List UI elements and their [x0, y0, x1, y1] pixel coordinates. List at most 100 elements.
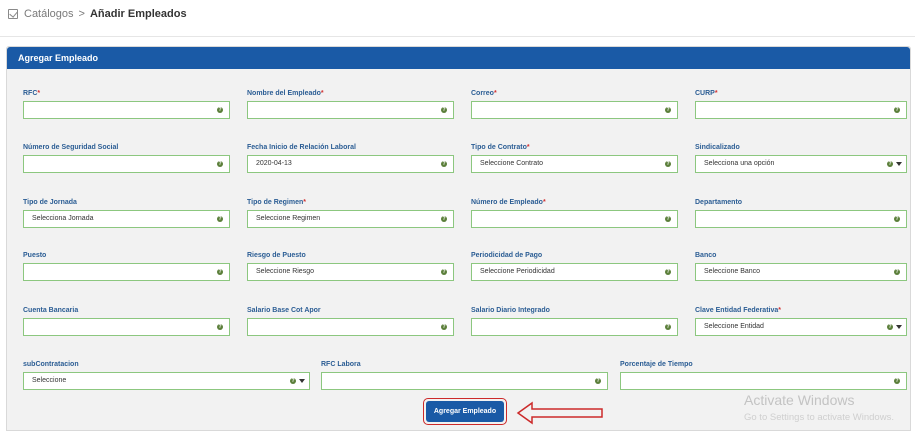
rfc-field: RFC* ?: [23, 89, 230, 119]
puesto-input[interactable]: ?: [23, 263, 230, 281]
correo-input[interactable]: ?: [471, 101, 678, 119]
tipo-contrato-select[interactable]: Seleccione Contrato?: [471, 155, 678, 173]
clave-entidad-field: Clave Entidad Federativa* Seleccione Ent…: [695, 306, 907, 336]
cuenta-bancaria-input[interactable]: ?: [23, 318, 230, 336]
tipo-regimen-select[interactable]: Seleccione Regimen?: [247, 210, 454, 228]
required-marker: *: [526, 144, 530, 151]
porcentaje-tiempo-input[interactable]: ?: [620, 372, 907, 390]
periodicidad-label: Periodicidad de Pago: [471, 252, 543, 259]
help-icon: ?: [217, 216, 223, 222]
sindicalizado-label: Sindicalizado: [695, 144, 740, 151]
curp-input[interactable]: ?: [695, 101, 907, 119]
help-icon: ?: [665, 107, 671, 113]
tipo-contrato-label: Tipo de Contrato: [471, 144, 527, 151]
help-icon: ?: [441, 107, 447, 113]
departamento-label: Departamento: [695, 199, 743, 206]
rfc-input[interactable]: ?: [23, 101, 230, 119]
help-icon: ?: [665, 324, 671, 330]
help-icon: ?: [217, 107, 223, 113]
required-marker: *: [714, 90, 718, 97]
windows-activation-watermark: Activate Windows Go to Settings to activ…: [744, 392, 894, 427]
curp-field: CURP* ?: [695, 89, 907, 119]
watermark-title: Activate Windows: [744, 392, 855, 408]
porcentaje-tiempo-label: Porcentaje de Tiempo: [620, 361, 693, 368]
help-icon: ?: [441, 161, 447, 167]
num-empleado-input[interactable]: ?: [471, 210, 678, 228]
help-icon: ?: [894, 107, 900, 113]
breadcrumb-current: Añadir Empleados: [89, 8, 187, 20]
nss-label: Número de Seguridad Social: [23, 144, 119, 151]
submit-highlight: Agregar Empleado: [423, 398, 507, 425]
required-marker: *: [542, 199, 546, 206]
help-icon: ?: [887, 161, 893, 167]
add-employee-button[interactable]: Agregar Empleado: [426, 401, 504, 422]
banco-select[interactable]: Seleccione Banco?: [695, 263, 907, 281]
help-icon: ?: [894, 269, 900, 275]
subcontratacion-label: subContratacion: [23, 361, 79, 368]
tipo-contrato-field: Tipo de Contrato* Seleccione Contrato?: [471, 143, 678, 173]
help-icon: ?: [665, 161, 671, 167]
correo-label: Correo: [471, 90, 494, 97]
required-marker: *: [320, 90, 324, 97]
salario-base-field: Salario Base Cot Apor ?: [247, 306, 454, 336]
departamento-field: Departamento ?: [695, 198, 907, 228]
salario-base-input[interactable]: ?: [247, 318, 454, 336]
rfc-label: RFC: [23, 90, 38, 97]
subcontratacion-field: subContratacion Seleccione?: [23, 360, 310, 390]
departamento-input[interactable]: ?: [695, 210, 907, 228]
required-marker: *: [37, 90, 41, 97]
nombre-input[interactable]: ?: [247, 101, 454, 119]
required-marker: *: [303, 199, 307, 206]
help-icon: ?: [441, 269, 447, 275]
help-icon: ?: [441, 324, 447, 330]
curp-label: CURP: [695, 90, 715, 97]
breadcrumb-separator: >: [78, 8, 85, 20]
chevron-down-icon: [896, 325, 902, 329]
salario-base-label: Salario Base Cot Apor: [247, 307, 321, 314]
arrow-left-icon: [516, 401, 603, 425]
riesgo-puesto-field: Riesgo de Puesto Seleccione Riesgo?: [247, 251, 454, 281]
clave-entidad-select[interactable]: Seleccione Entidad?: [695, 318, 907, 336]
correo-field: Correo* ?: [471, 89, 678, 119]
sindicalizado-select[interactable]: Selecciona una opción?: [695, 155, 907, 173]
help-icon: ?: [595, 378, 601, 384]
tipo-regimen-label: Tipo de Regimen: [247, 199, 304, 206]
chevron-down-icon: [896, 162, 902, 166]
riesgo-puesto-select[interactable]: Seleccione Riesgo?: [247, 263, 454, 281]
required-marker: *: [778, 307, 781, 314]
tipo-jornada-field: Tipo de Jornada Selecciona Jornada?: [23, 198, 230, 228]
help-icon: ?: [217, 161, 223, 167]
porcentaje-tiempo-field: Porcentaje de Tiempo ?: [620, 360, 907, 390]
num-empleado-field: Número de Empleado* ?: [471, 198, 678, 228]
nombre-field: Nombre del Empleado* ?: [247, 89, 454, 119]
salario-diario-field: Salario Diario Integrado ?: [471, 306, 678, 336]
help-icon: ?: [441, 216, 447, 222]
help-icon: ?: [894, 378, 900, 384]
fecha-inicio-label: Fecha Inicio de Relación Laboral: [247, 144, 356, 151]
cuenta-bancaria-label: Cuenta Bancaria: [23, 307, 79, 314]
help-icon: ?: [894, 216, 900, 222]
riesgo-puesto-label: Riesgo de Puesto: [247, 252, 306, 259]
nss-input[interactable]: ?: [23, 155, 230, 173]
clave-entidad-label: Clave Entidad Federativa: [695, 307, 779, 314]
divider: [0, 36, 915, 37]
checkbox-icon: [8, 9, 18, 19]
periodicidad-select[interactable]: Seleccione Periodicidad?: [471, 263, 678, 281]
salario-diario-label: Salario Diario Integrado: [471, 307, 550, 314]
required-marker: *: [493, 90, 497, 97]
sindicalizado-field: Sindicalizado Selecciona una opción?: [695, 143, 907, 173]
help-icon: ?: [217, 324, 223, 330]
fecha-inicio-field: Fecha Inicio de Relación Laboral 2020-04…: [247, 143, 454, 173]
chevron-down-icon: [299, 379, 305, 383]
salario-diario-input[interactable]: ?: [471, 318, 678, 336]
tipo-jornada-select[interactable]: Selecciona Jornada?: [23, 210, 230, 228]
subcontratacion-select[interactable]: Seleccione?: [23, 372, 310, 390]
breadcrumb-parent[interactable]: Catálogos: [24, 8, 74, 20]
banco-label: Banco: [695, 252, 717, 259]
watermark-subtitle: Go to Settings to activate Windows.: [744, 412, 894, 423]
tipo-regimen-field: Tipo de Regimen* Seleccione Regimen?: [247, 198, 454, 228]
fecha-inicio-input[interactable]: 2020-04-13?: [247, 155, 454, 173]
help-icon: ?: [665, 269, 671, 275]
rfc-labora-input[interactable]: ?: [321, 372, 608, 390]
help-icon: ?: [887, 324, 893, 330]
